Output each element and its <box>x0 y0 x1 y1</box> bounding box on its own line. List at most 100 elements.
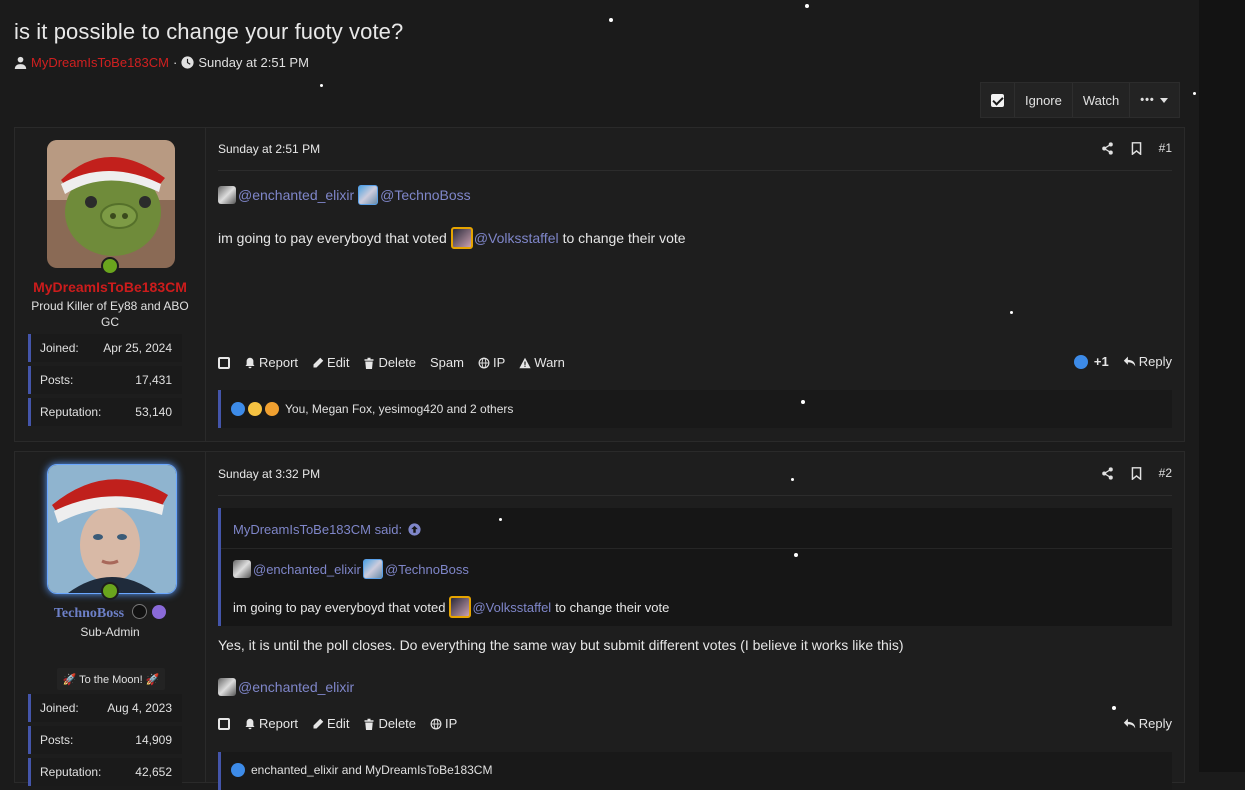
mention-link[interactable]: @enchanted_elixir <box>238 187 354 203</box>
user-avatar[interactable] <box>47 140 175 268</box>
thread-date[interactable]: Sunday at 2:51 PM <box>198 55 309 70</box>
reactions-text[interactable]: enchanted_elixir and MyDreamIsToBe183CM <box>251 763 492 777</box>
stat-label: Joined: <box>40 341 79 355</box>
ip-button[interactable]: IP <box>478 355 505 370</box>
snow-particle <box>794 553 798 557</box>
watch-button[interactable]: Watch <box>1071 83 1129 117</box>
stat-value[interactable]: 14,909 <box>135 733 172 747</box>
reactions-bar[interactable]: You, Megan Fox, yesimog420 and 2 others <box>218 390 1172 428</box>
post-number[interactable]: #2 <box>1159 466 1172 480</box>
mention-link[interactable]: @Volksstaffel <box>472 600 551 615</box>
reply-button[interactable]: Reply <box>1123 354 1172 369</box>
warn-button[interactable]: Warn <box>519 355 565 370</box>
share-icon[interactable] <box>1101 466 1114 480</box>
mention-avatar <box>362 559 383 579</box>
reactions-bar[interactable]: enchanted_elixir and MyDreamIsToBe183CM <box>218 752 1172 790</box>
verified-badge-icon <box>131 604 147 619</box>
stat-value: Apr 25, 2024 <box>103 341 172 355</box>
online-status-indicator <box>101 257 119 275</box>
select-post-checkbox[interactable] <box>218 717 230 730</box>
ip-label: IP <box>492 355 506 370</box>
report-button[interactable]: Report <box>244 355 298 370</box>
stat-label: Reputation: <box>40 405 102 419</box>
username[interactable]: MyDreamIsToBe183CM <box>15 279 205 295</box>
reply-icon <box>1123 356 1135 367</box>
body-text: im going to pay everyboyd that voted <box>233 599 446 615</box>
snow-particle <box>805 4 809 8</box>
edit-label: Edit <box>327 355 350 370</box>
report-label: Report <box>259 355 299 370</box>
delete-label: Delete <box>378 355 417 370</box>
snow-particle <box>499 518 502 521</box>
thread-toolbar: Ignore Watch ••• <box>980 82 1180 118</box>
more-options-button[interactable]: ••• <box>1129 83 1179 117</box>
ip-button[interactable]: IP <box>430 716 457 731</box>
mention-link[interactable]: @Volksstaffel <box>474 230 559 246</box>
body-text: to change their vote <box>555 599 670 615</box>
delete-button[interactable]: Delete <box>363 355 416 370</box>
like-button[interactable]: +1 <box>1073 354 1109 369</box>
stat-label: Joined: <box>40 701 79 715</box>
reply-button[interactable]: Reply <box>1123 716 1172 731</box>
stat-value: 53,140 <box>135 405 172 419</box>
reply-icon <box>1123 718 1135 729</box>
pencil-icon <box>313 718 324 728</box>
snow-particle <box>791 478 794 481</box>
quote-mentions-line: @enchanted_elixir @TechnoBoss <box>233 559 469 579</box>
post-footer-right: +1 Reply <box>1073 354 1172 369</box>
mention-link[interactable]: @TechnoBoss <box>385 562 469 577</box>
quote-header[interactable]: MyDreamIsToBe183CM said: <box>233 522 421 537</box>
post-number[interactable]: #1 <box>1159 141 1172 155</box>
right-gutter <box>1193 0 1245 772</box>
delete-button[interactable]: Delete <box>363 716 416 731</box>
bookmark-icon[interactable] <box>1130 141 1143 155</box>
report-label: Report <box>259 716 299 731</box>
thread-page: is it possible to change your fuoty vote… <box>0 0 1199 790</box>
stat-posts: Posts: 17,431 <box>28 366 182 394</box>
stat-value: Aug 4, 2023 <box>107 701 172 715</box>
report-button[interactable]: Report <box>244 716 298 731</box>
mention-avatar <box>218 186 236 204</box>
post-1-user-column: MyDreamIsToBe183CM Proud Killer of Ey88 … <box>15 128 206 441</box>
snow-particle <box>1010 311 1013 314</box>
user-banner-badge: 🚀 To the Moon! 🚀 <box>57 668 165 690</box>
post-1: MyDreamIsToBe183CM Proud Killer of Ey88 … <box>14 127 1185 442</box>
stat-joined: Joined: Aug 4, 2023 <box>28 694 182 722</box>
mention-avatar <box>450 227 473 249</box>
ip-label: IP <box>445 716 458 731</box>
select-post-checkbox[interactable] <box>218 356 230 369</box>
stat-reputation: Reputation: 53,140 <box>28 398 182 426</box>
post-timestamp[interactable]: Sunday at 2:51 PM <box>218 142 320 156</box>
spam-button[interactable]: Spam <box>430 355 464 370</box>
ellipsis-icon: ••• <box>1140 94 1155 106</box>
username[interactable]: TechnoBoss <box>15 604 205 622</box>
edit-button[interactable]: Edit <box>312 716 349 731</box>
mention-link[interactable]: @TechnoBoss <box>380 187 470 203</box>
reactions-text[interactable]: You, Megan Fox, yesimog420 and 2 others <box>285 402 513 416</box>
mention-link[interactable]: @enchanted_elixir <box>253 562 361 577</box>
divider <box>218 170 1172 171</box>
stat-value: 42,652 <box>135 765 172 779</box>
bookmark-icon[interactable] <box>1130 466 1143 480</box>
post-timestamp[interactable]: Sunday at 3:32 PM <box>218 467 320 481</box>
thread-author-link[interactable]: MyDreamIsToBe183CM <box>31 55 169 70</box>
snow-particle <box>320 84 323 87</box>
quote-body: im going to pay everyboyd that voted @Vo… <box>233 596 669 618</box>
laugh-reaction-icon <box>248 402 262 416</box>
stat-joined: Joined: Apr 25, 2024 <box>28 334 182 362</box>
select-thread-checkbox[interactable] <box>981 83 1014 117</box>
edit-button[interactable]: Edit <box>312 355 349 370</box>
ignore-button[interactable]: Ignore <box>1014 83 1072 117</box>
mention-avatar <box>233 560 251 578</box>
mention-link[interactable]: @enchanted_elixir <box>238 679 354 695</box>
share-icon[interactable] <box>1101 141 1114 155</box>
staff-badge-icon <box>152 605 167 619</box>
stat-label: Posts: <box>40 733 74 747</box>
stat-value[interactable]: 17,431 <box>135 373 172 387</box>
mention-avatar <box>358 185 379 205</box>
body-text: to change their vote <box>562 230 686 246</box>
user-avatar[interactable] <box>47 464 177 594</box>
meta-separator: · <box>173 55 178 70</box>
stat-reputation: Reputation: 42,652 <box>28 758 182 786</box>
caret-down-icon <box>1159 98 1168 103</box>
